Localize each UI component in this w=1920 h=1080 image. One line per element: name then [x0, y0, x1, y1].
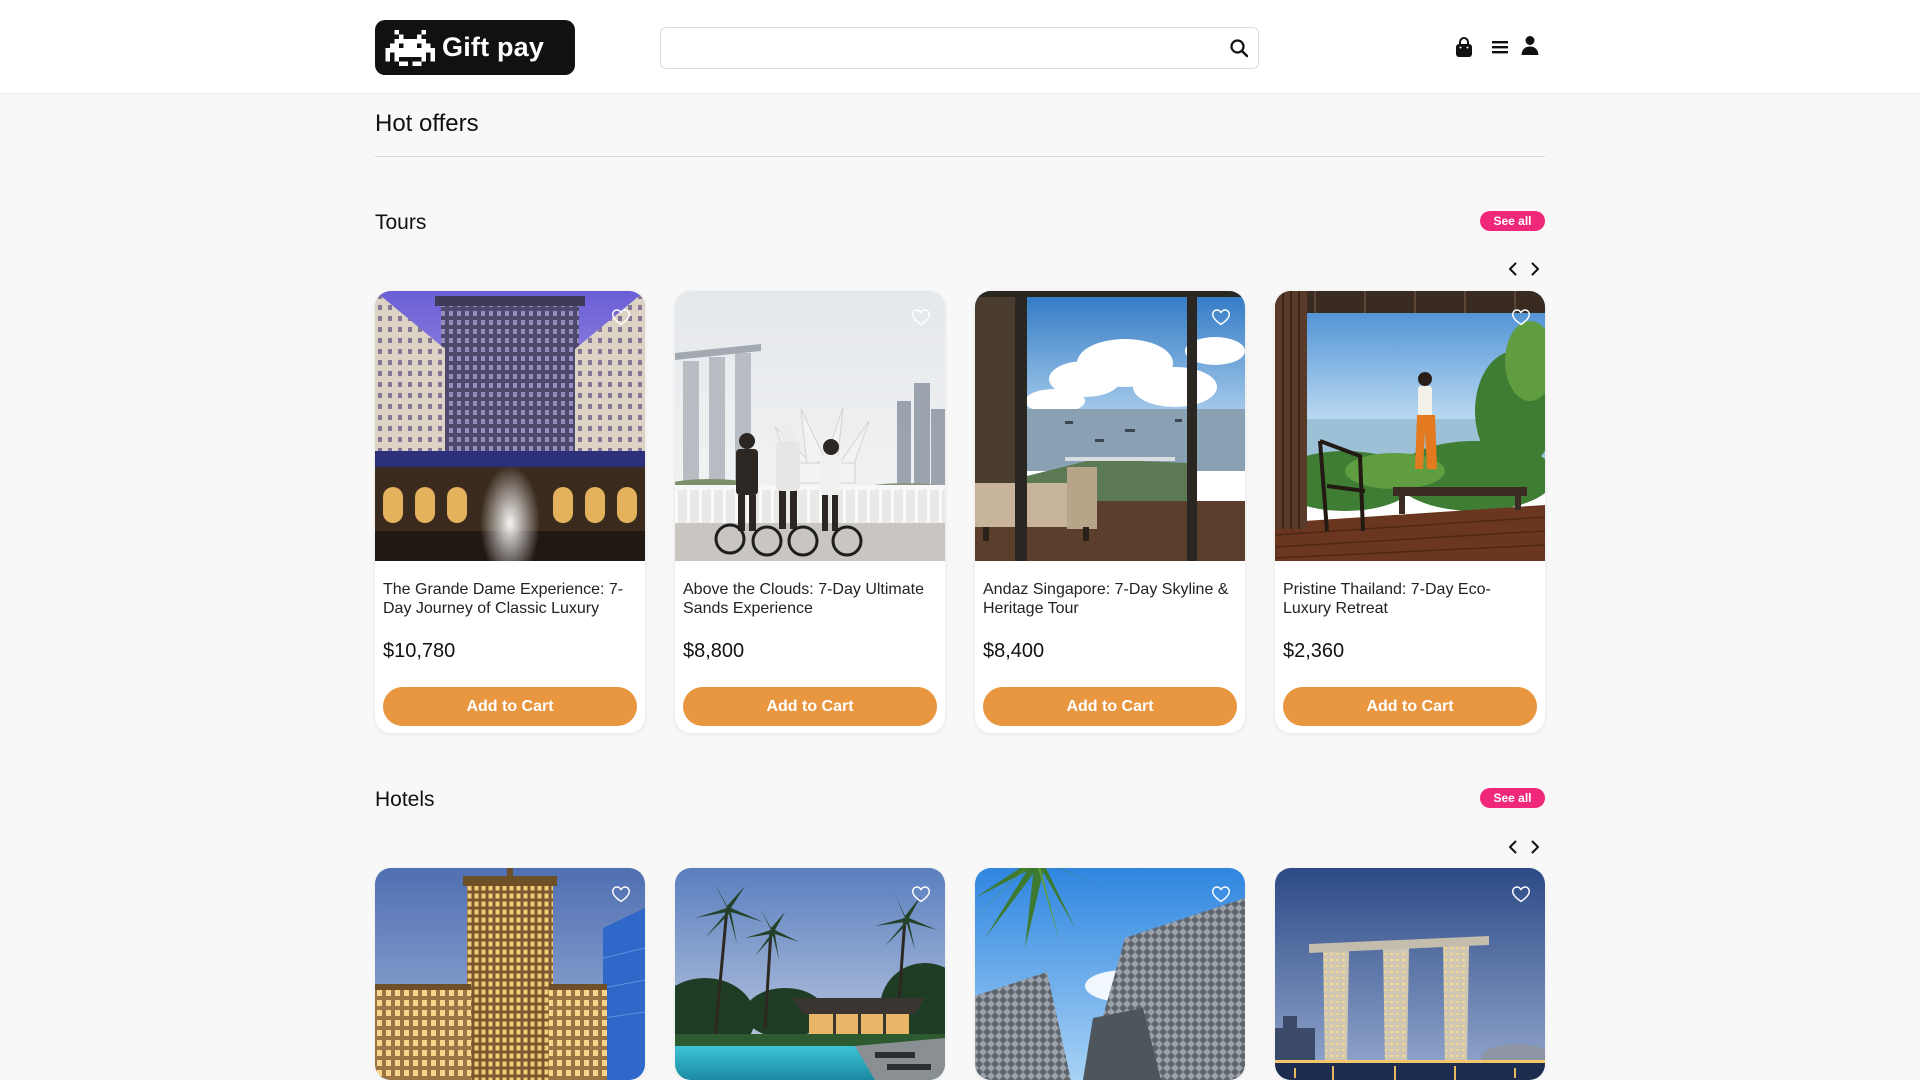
heart-icon[interactable]	[911, 308, 931, 326]
tour-image[interactable]	[975, 291, 1245, 561]
tour-price: $10,780	[383, 640, 456, 662]
hotel-card[interactable]	[675, 868, 945, 1080]
add-to-cart-button[interactable]: Add to Cart	[1283, 687, 1537, 726]
heart-icon[interactable]	[911, 885, 931, 903]
tour-price: $8,800	[683, 640, 745, 662]
tours-see-all-button[interactable]: See all	[1480, 211, 1545, 231]
gift-pay-logo[interactable]: Gift pay	[375, 20, 575, 75]
tour-image[interactable]	[675, 291, 945, 561]
add-to-cart-button[interactable]: Add to Cart	[983, 687, 1237, 726]
tours-carousel: The Grande Dame Experience: 7-Day Journe…	[375, 291, 1545, 733]
search-input[interactable]	[673, 28, 1217, 70]
menu-icon[interactable]	[1489, 36, 1511, 58]
top-header: Gift pay	[0, 0, 1920, 94]
tour-card[interactable]: The Grande Dame Experience: 7-Day Journe…	[375, 291, 645, 733]
hotel-card[interactable]	[1275, 868, 1545, 1080]
shopping-bag-icon[interactable]	[1453, 36, 1475, 58]
search-icon[interactable]	[1229, 38, 1249, 58]
section-title-tours: Tours	[375, 211, 427, 234]
tour-image[interactable]	[375, 291, 645, 561]
chevron-right-icon[interactable]	[1528, 261, 1542, 277]
space-invader-icon	[385, 30, 435, 66]
hotel-image[interactable]	[675, 868, 945, 1080]
title-divider	[375, 156, 1545, 157]
heart-icon[interactable]	[611, 308, 631, 326]
logo-text: Gift pay	[442, 32, 545, 62]
hotels-see-all-button[interactable]: See all	[1480, 788, 1545, 808]
page-title: Hot offers	[375, 110, 479, 137]
heart-icon[interactable]	[611, 885, 631, 903]
tour-card[interactable]: Above the Clouds: 7-Day Ultimate Sands E…	[675, 291, 945, 733]
tour-title[interactable]: The Grande Dame Experience: 7-Day Journe…	[383, 580, 637, 618]
tour-title[interactable]: Pristine Thailand: 7-Day Eco-Luxury Retr…	[1283, 580, 1537, 618]
tour-card[interactable]: Andaz Singapore: 7-Day Skyline & Heritag…	[975, 291, 1245, 733]
tour-card[interactable]: Pristine Thailand: 7-Day Eco-Luxury Retr…	[1275, 291, 1545, 733]
heart-icon[interactable]	[1211, 308, 1231, 326]
search-bar	[660, 27, 1259, 70]
hotel-image[interactable]	[975, 868, 1245, 1080]
hotels-carousel	[375, 868, 1545, 1080]
tour-price: $2,360	[1283, 640, 1345, 662]
heart-icon[interactable]	[1511, 885, 1531, 903]
tour-image[interactable]	[1275, 291, 1545, 561]
hotel-image[interactable]	[1275, 868, 1545, 1080]
chevron-left-icon[interactable]	[1506, 261, 1520, 277]
hotel-card[interactable]	[975, 868, 1245, 1080]
add-to-cart-button[interactable]: Add to Cart	[683, 687, 937, 726]
add-to-cart-button[interactable]: Add to Cart	[383, 687, 637, 726]
user-icon[interactable]	[1519, 34, 1541, 56]
tour-title[interactable]: Above the Clouds: 7-Day Ultimate Sands E…	[683, 580, 937, 618]
chevron-left-icon[interactable]	[1506, 839, 1520, 855]
chevron-right-icon[interactable]	[1528, 839, 1542, 855]
tour-price: $8,400	[983, 640, 1045, 662]
hotel-image[interactable]	[375, 868, 645, 1080]
tour-title[interactable]: Andaz Singapore: 7-Day Skyline & Heritag…	[983, 580, 1237, 618]
heart-icon[interactable]	[1511, 308, 1531, 326]
section-title-hotels: Hotels	[375, 788, 435, 811]
heart-icon[interactable]	[1211, 885, 1231, 903]
hotel-card[interactable]	[375, 868, 645, 1080]
